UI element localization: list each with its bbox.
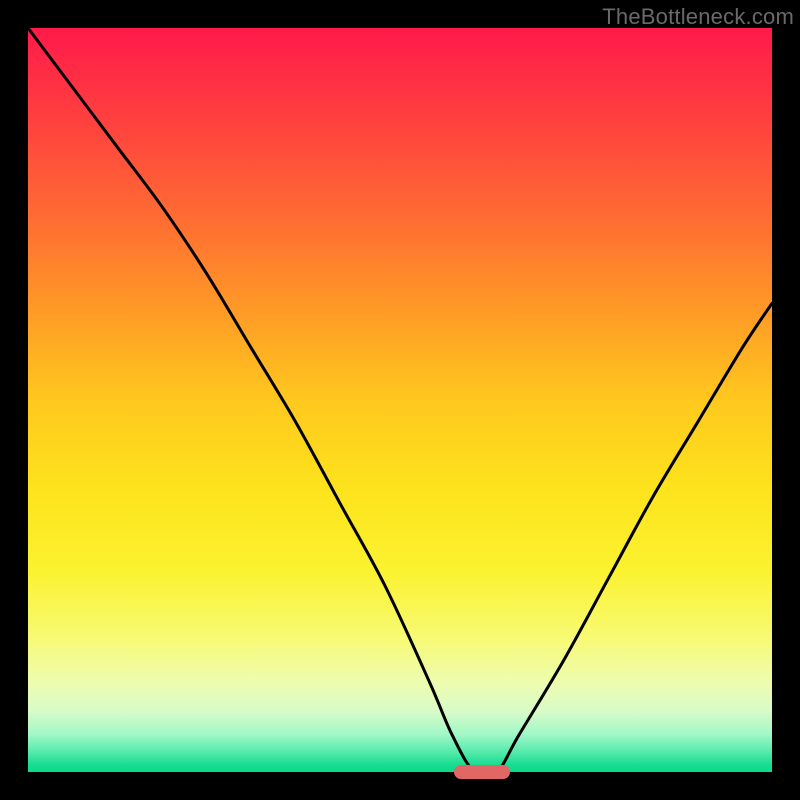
optimal-range-marker (454, 765, 510, 779)
chart-plot-area (28, 28, 772, 772)
watermark-text: TheBottleneck.com (602, 4, 794, 30)
bottleneck-curve (28, 28, 772, 772)
